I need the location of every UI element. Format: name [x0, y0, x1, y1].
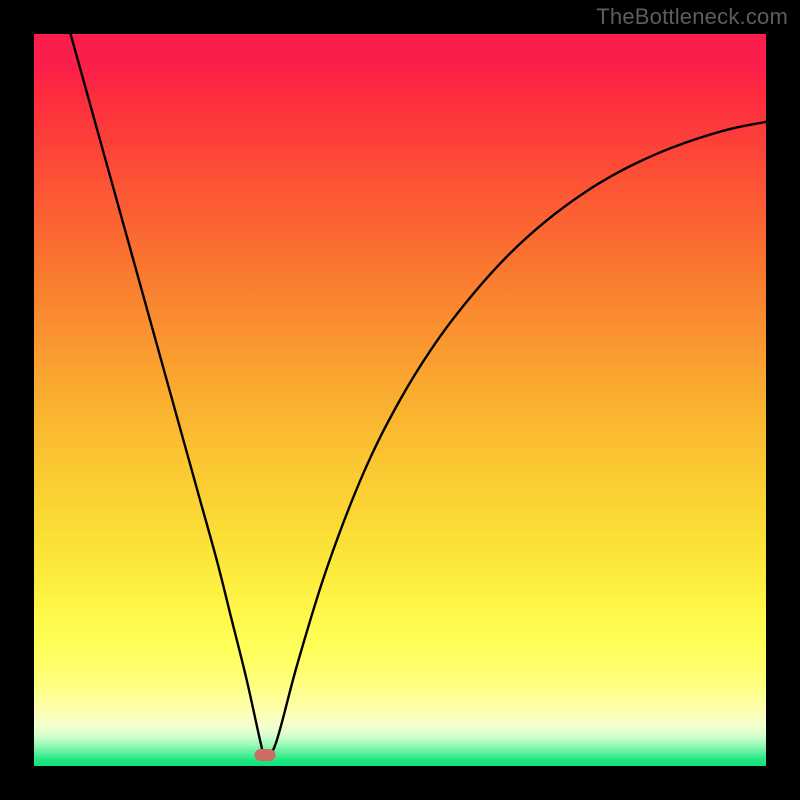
- data-curve: [71, 34, 766, 756]
- plot-area: [34, 34, 766, 766]
- chart-container: TheBottleneck.com: [0, 0, 800, 800]
- minimum-marker: [254, 749, 275, 761]
- curve-layer: [34, 34, 766, 766]
- watermark-text: TheBottleneck.com: [596, 4, 788, 30]
